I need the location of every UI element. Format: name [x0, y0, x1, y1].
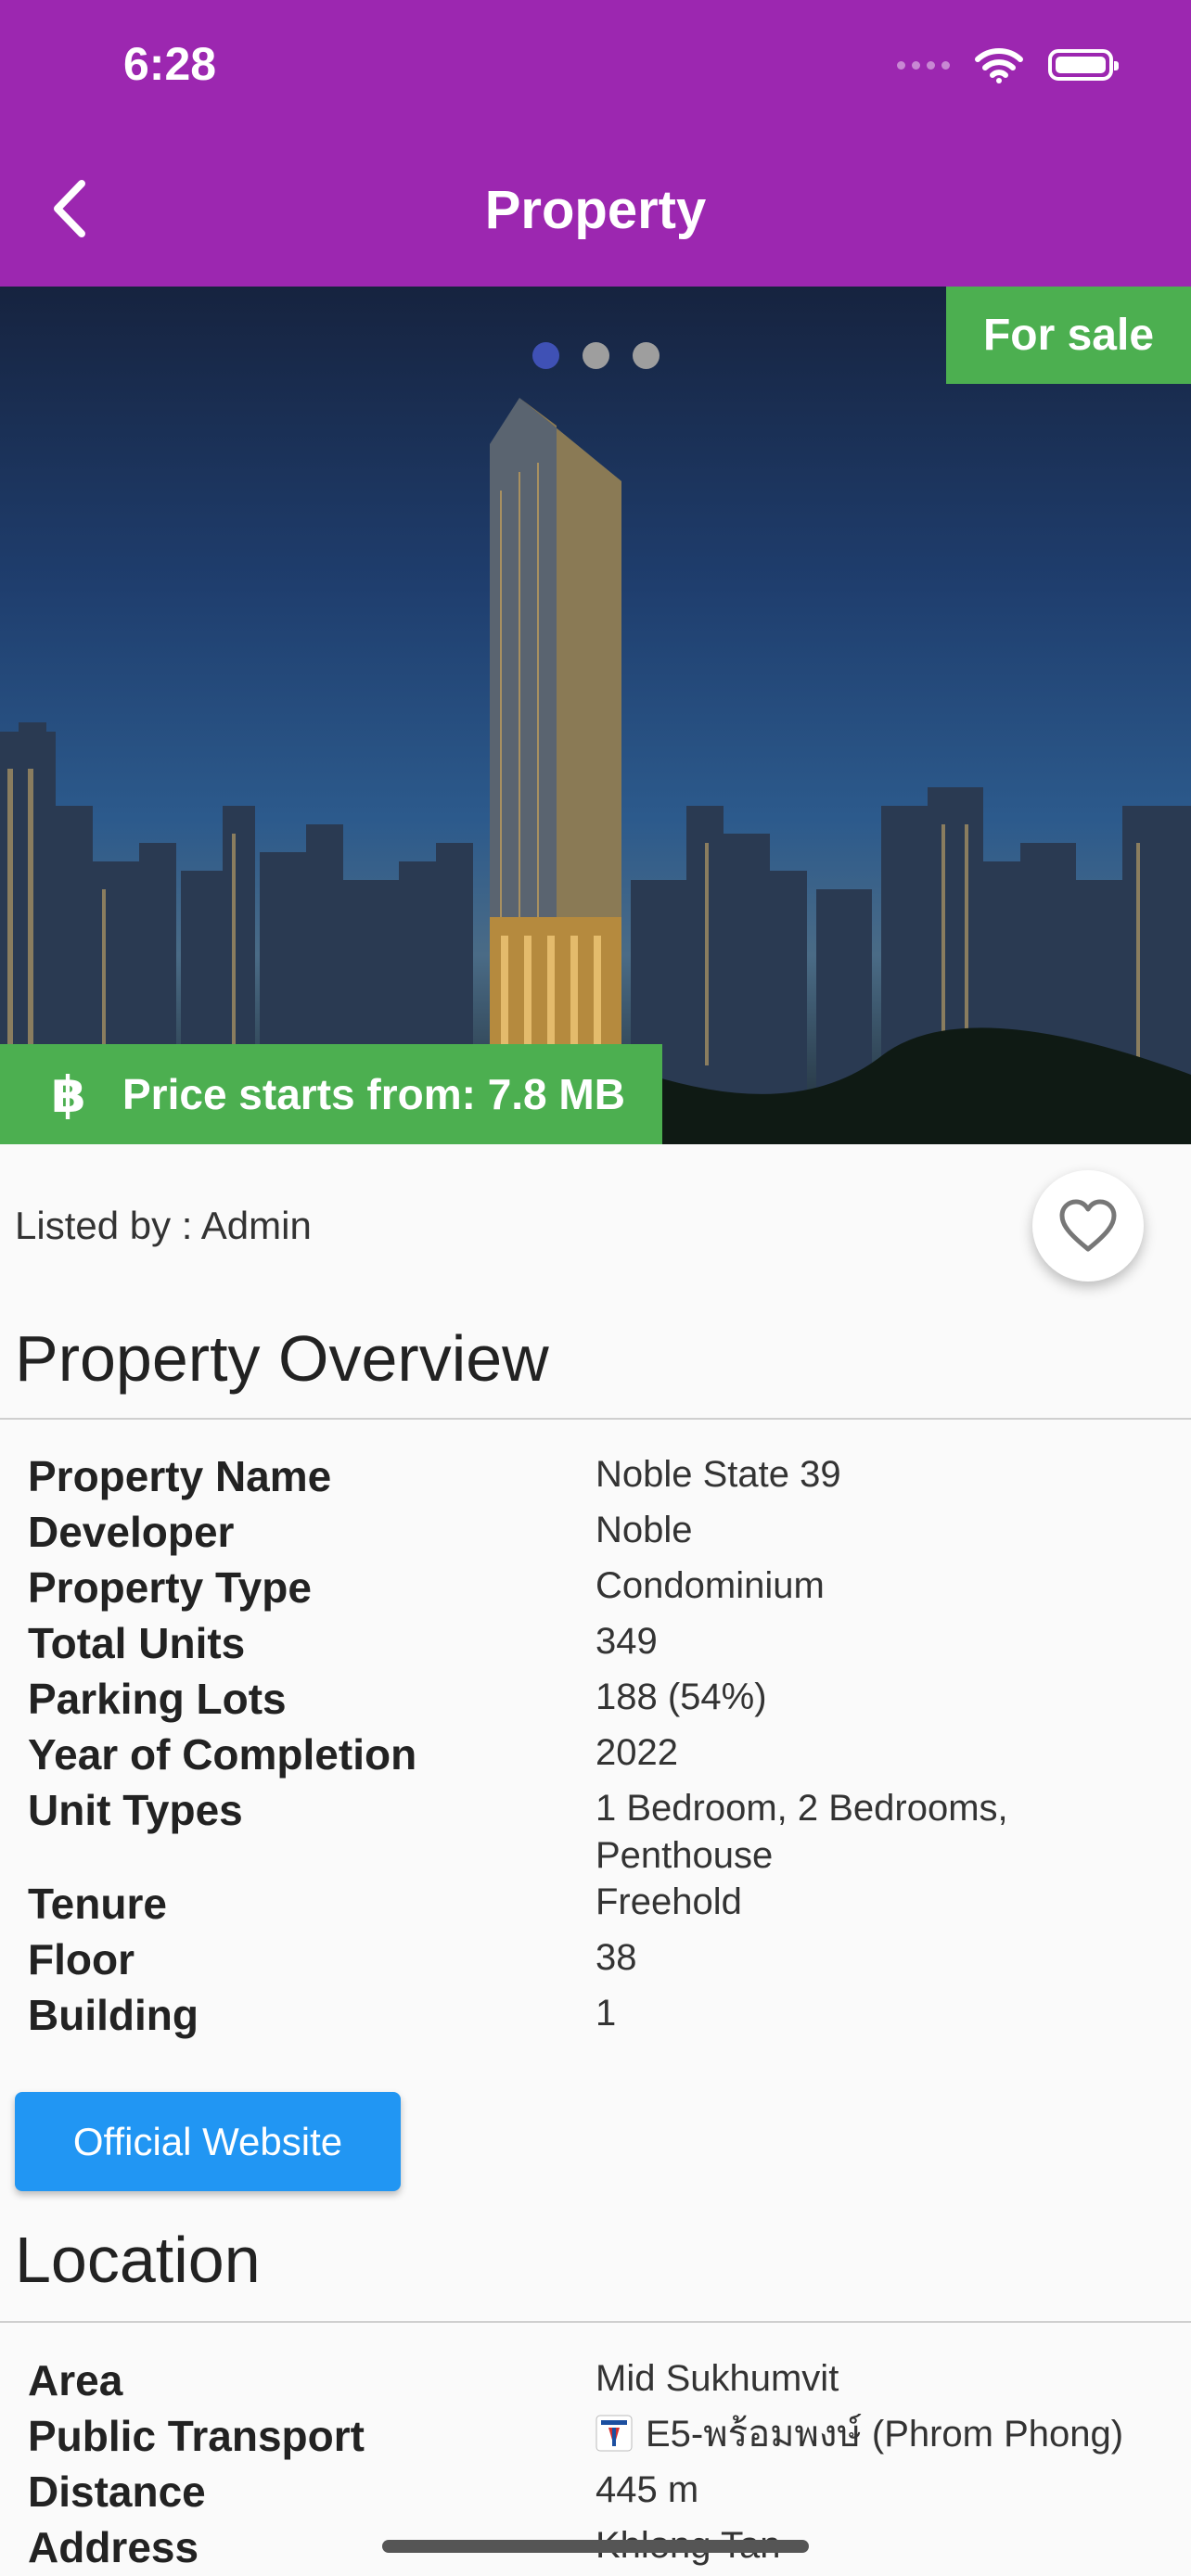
price-text: Price starts from: 7.8 MB	[122, 1070, 625, 1118]
bts-logo-icon	[596, 2415, 633, 2452]
info-label: Building	[28, 1991, 198, 2039]
info-value: 349	[596, 1621, 658, 1662]
carousel-dot-2[interactable]	[583, 342, 609, 369]
location-divider	[0, 2321, 1191, 2323]
carousel-dot-1[interactable]	[532, 342, 559, 369]
property-photo	[0, 398, 1191, 1144]
info-label: Total Units	[28, 1619, 246, 1667]
favorite-button[interactable]	[1032, 1170, 1144, 1282]
info-value: 188 (54%)	[596, 1677, 767, 1717]
listed-by: Listed by : Admin	[15, 1204, 312, 1247]
carousel-dot-3[interactable]	[633, 342, 660, 369]
info-value: 445 m	[596, 2469, 699, 2510]
price-banner: ฿ Price starts from: 7.8 MB	[0, 1044, 662, 1144]
info-value: 2022	[596, 1732, 678, 1773]
status-time: 6:28	[123, 38, 217, 90]
info-label: Parking Lots	[28, 1675, 287, 1723]
status-icons	[897, 46, 1119, 83]
info-label: Floor	[28, 1935, 134, 1983]
home-indicator[interactable]	[382, 2540, 809, 2553]
info-label: Developer	[28, 1508, 235, 1556]
info-value: Mid Sukhumvit	[596, 2358, 839, 2399]
battery-icon	[1048, 49, 1119, 81]
for-sale-badge: For sale	[946, 287, 1191, 384]
official-website-button[interactable]: Official Website	[15, 2092, 401, 2191]
info-label: Area	[28, 2356, 123, 2404]
info-label: Year of Completion	[28, 1730, 417, 1779]
property-image-carousel[interactable]: For sale ฿ Price starts from: 7.8 MB	[0, 287, 1191, 1144]
info-label: Public Transport	[28, 2412, 365, 2460]
wifi-icon	[975, 48, 1023, 83]
location-title: Location	[15, 2224, 261, 2296]
public-transport-text: E5-พร้อมพงษ์ (Phrom Phong)	[646, 2414, 1124, 2455]
page-title: Property	[484, 180, 707, 240]
cellular-signal-icon	[897, 60, 950, 70]
status-bar: 6:28	[0, 0, 1191, 134]
app-bar: Property	[0, 134, 1191, 287]
info-label: Property Name	[28, 1452, 332, 1500]
info-label: Unit Types	[28, 1786, 243, 1834]
carousel-indicator	[532, 342, 660, 369]
info-value: 38	[596, 1937, 637, 1978]
info-value: Condominium	[596, 1565, 825, 1606]
public-transport-value: E5-พร้อมพงษ์ (Phrom Phong)	[596, 2411, 1152, 2458]
info-label: Tenure	[28, 1880, 167, 1928]
info-value: Noble	[596, 1510, 693, 1550]
info-value: 1	[596, 1993, 617, 2034]
overview-divider	[0, 1418, 1191, 1420]
heart-icon	[1059, 1199, 1117, 1252]
info-value: 1 Bedroom, 2 Bedrooms, Penthouse	[596, 1788, 1008, 1876]
info-value: Noble State 39	[596, 1454, 841, 1495]
info-label: Distance	[28, 2468, 206, 2516]
info-label: Address	[28, 2523, 199, 2571]
overview-title: Property Overview	[15, 1322, 549, 1395]
info-label: Property Type	[28, 1563, 312, 1612]
info-value: Freehold	[596, 1881, 742, 1922]
baht-icon: ฿	[51, 1066, 86, 1123]
